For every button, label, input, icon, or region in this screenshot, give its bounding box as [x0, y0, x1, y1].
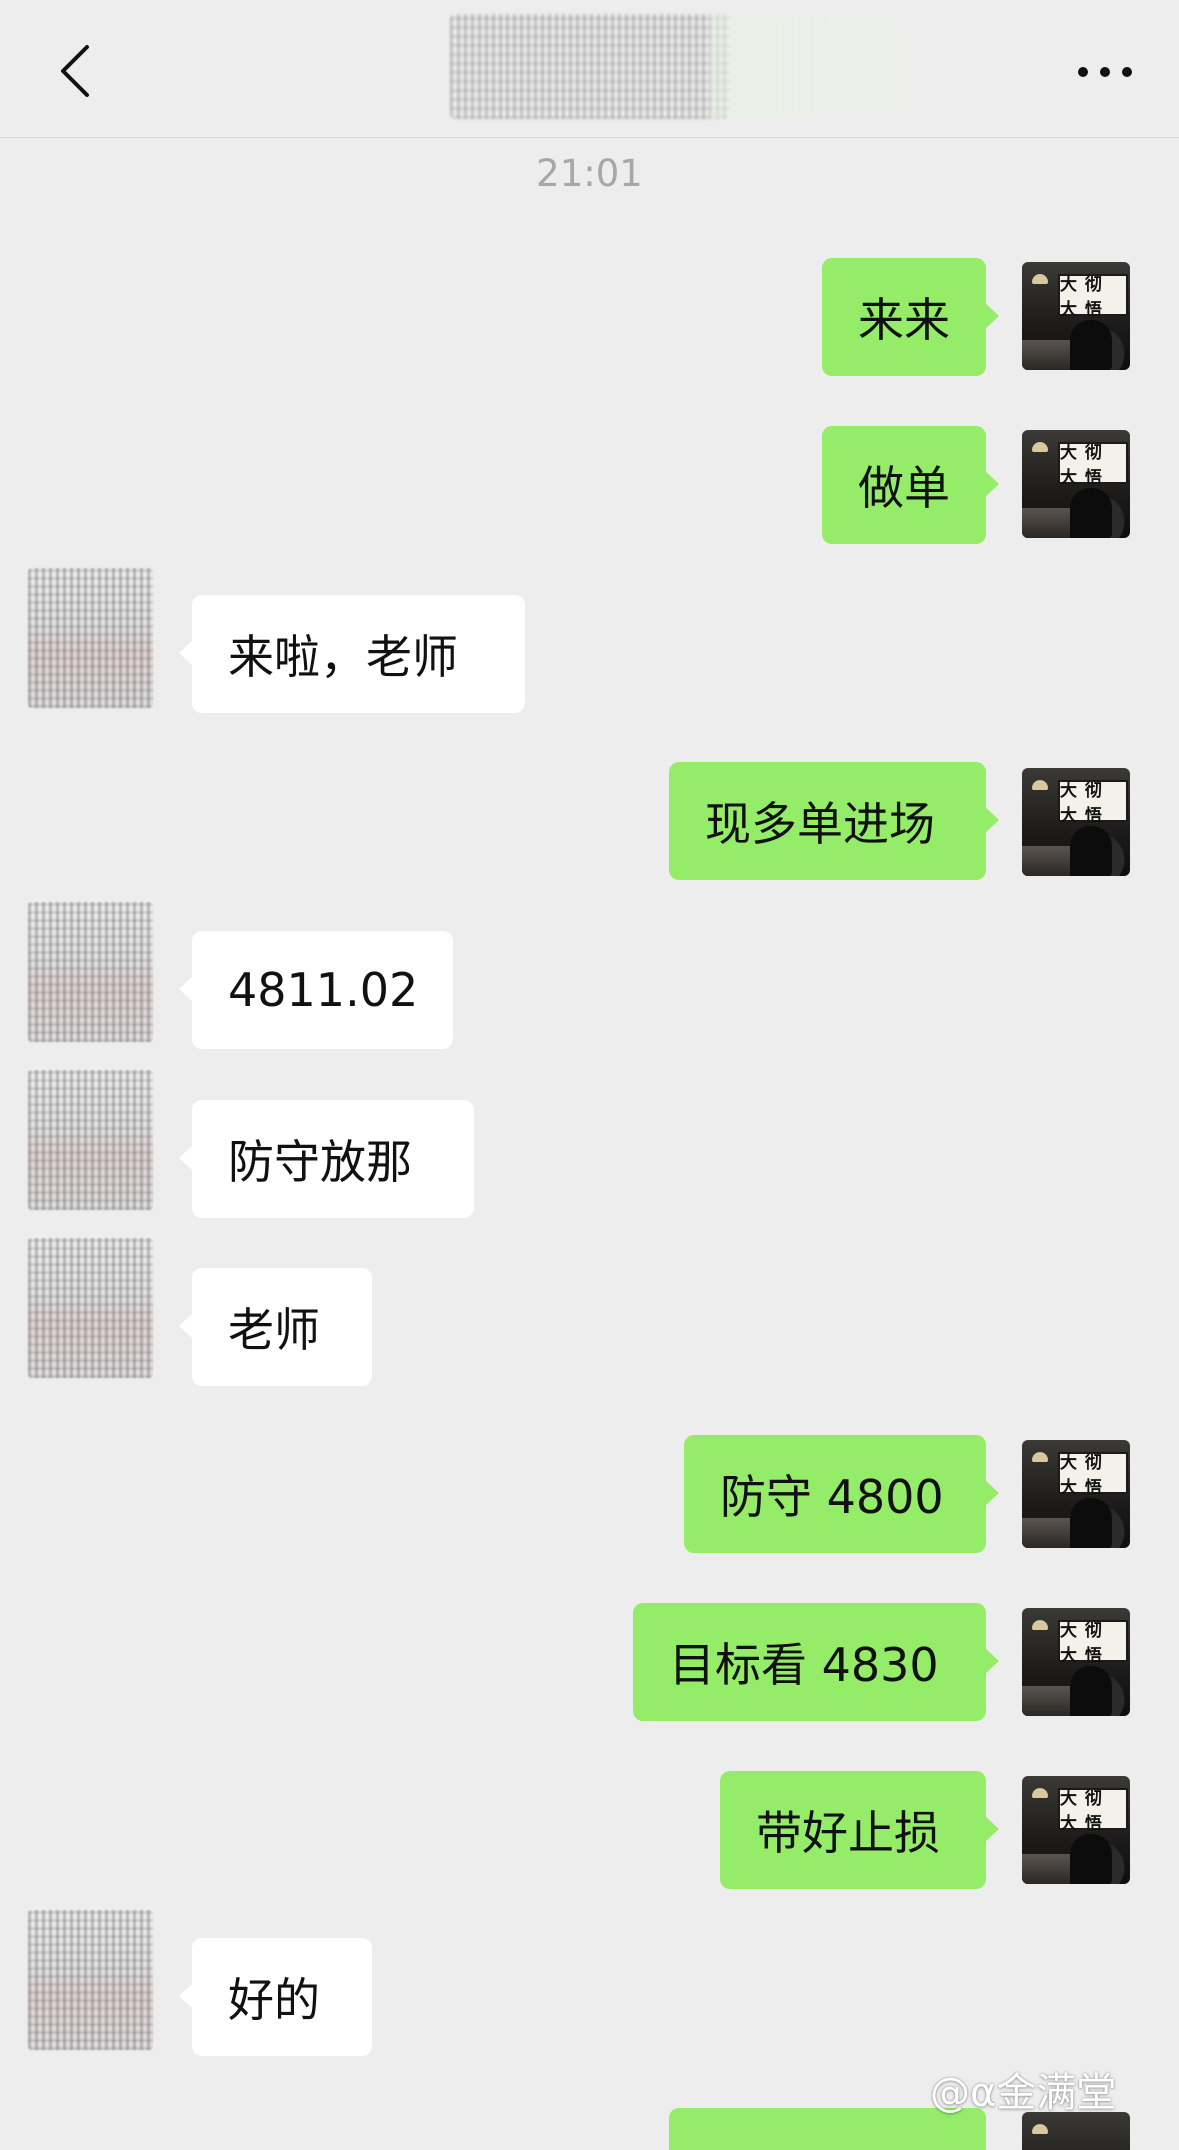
contact-avatar-blurred[interactable] [28, 1910, 153, 2050]
message-row: 老师 [0, 1238, 1179, 1408]
avatar-sign: 大 彻 大 悟 [1058, 1452, 1128, 1498]
incoming-message-bubble[interactable]: 来啦，老师 [179, 595, 525, 713]
self-avatar[interactable]: 大 彻 大 悟 [1022, 1776, 1130, 1884]
outgoing-message-bubble[interactable]: 现多单进场 [669, 762, 999, 880]
incoming-message-bubble[interactable]: 老师 [179, 1268, 372, 1386]
message-text: 带好止损 [756, 1806, 940, 1860]
message-text: 做单 [858, 461, 950, 515]
message-row: 做单 大 彻 大 悟 [0, 426, 1179, 548]
lamp-shape [1032, 2124, 1048, 2134]
back-button[interactable] [44, 36, 104, 106]
more-options-button[interactable] [1070, 48, 1140, 96]
message-row: 现多单进场 大 彻 大 悟 [0, 762, 1179, 884]
self-avatar[interactable]: 大 彻 大 悟 [1022, 768, 1130, 876]
desk-shape [1022, 1518, 1070, 1548]
message-row: 防守 4800 大 彻 大 悟 [0, 1435, 1179, 1557]
avatar-sign: 大 彻 大 悟 [1058, 1620, 1128, 1666]
avatar-sign: 大 彻 大 悟 [1058, 274, 1128, 320]
lamp-shape [1032, 1452, 1048, 1462]
message-text: 4811.02 [228, 963, 419, 1017]
message-timestamp: 21:01 [536, 152, 643, 195]
lamp-shape [1032, 274, 1048, 284]
lamp-shape [1032, 780, 1048, 790]
outgoing-message-bubble[interactable]: 做单 [822, 426, 999, 544]
desk-shape [1022, 1686, 1070, 1716]
message-text: 来来 [858, 293, 950, 347]
avatar-sign: 大 彻 大 悟 [1058, 1788, 1128, 1834]
person-silhouette [1070, 320, 1112, 370]
message-row: 带好止损 大 彻 大 悟 [0, 1771, 1179, 1893]
outgoing-message-bubble[interactable]: 防守 4800 [684, 1435, 999, 1553]
message-text: 防守放那 [228, 1135, 412, 1189]
desk-shape [1022, 508, 1070, 538]
self-avatar[interactable]: 大 彻 大 悟 [1022, 430, 1130, 538]
message-row: 目标看 4830 大 彻 大 悟 [0, 1603, 1179, 1725]
contact-avatar-blurred[interactable] [28, 902, 153, 1042]
person-silhouette [1070, 1498, 1112, 1548]
message-text: 老师 [228, 1303, 320, 1357]
watermark: @α金满堂 [930, 2070, 1117, 2116]
message-row: 4811.02 [0, 902, 1179, 1072]
contact-avatar-blurred[interactable] [28, 1238, 153, 1378]
message-text: 好的 [228, 1973, 320, 2027]
lamp-shape [1032, 1620, 1048, 1630]
chat-header [0, 0, 1179, 138]
person-silhouette [1070, 1666, 1112, 1716]
outgoing-message-bubble[interactable]: 来来 [822, 258, 999, 376]
incoming-message-bubble[interactable]: 好的 [179, 1938, 372, 2056]
outgoing-message-bubble[interactable]: 带好止损 [720, 1771, 999, 1889]
avatar-sign: 大 彻 大 悟 [1058, 442, 1128, 488]
person-silhouette [1070, 826, 1112, 876]
lamp-shape [1032, 442, 1048, 452]
avatar-sign: 大 彻 大 悟 [1058, 780, 1128, 826]
more-horizontal-icon [1078, 67, 1132, 77]
incoming-message-bubble[interactable]: 防守放那 [179, 1100, 474, 1218]
lamp-shape [1032, 1788, 1048, 1798]
message-row: 来来 大 彻 大 悟 [0, 258, 1179, 380]
desk-shape [1022, 846, 1070, 876]
self-avatar[interactable]: 大 彻 大 悟 [1022, 1440, 1130, 1548]
self-avatar[interactable]: 大 彻 大 悟 [1022, 1608, 1130, 1716]
person-silhouette [1070, 488, 1112, 538]
outgoing-message-bubble[interactable]: 目标看 4830 [633, 1603, 999, 1721]
message-text: 现多单进场 [705, 797, 935, 851]
message-row: 防守放那 [0, 1070, 1179, 1240]
message-text: 目标看 4830 [669, 1638, 939, 1692]
self-avatar[interactable]: 大 彻 大 悟 [1022, 262, 1130, 370]
message-row: 来啦，老师 [0, 568, 1179, 738]
desk-shape [1022, 340, 1070, 370]
contact-avatar-blurred[interactable] [28, 1070, 153, 1210]
contact-avatar-blurred[interactable] [28, 568, 153, 708]
desk-shape [1022, 1854, 1070, 1884]
message-text: 防守 4800 [720, 1470, 944, 1524]
chevron-left-icon [61, 45, 89, 97]
person-silhouette [1070, 1834, 1112, 1884]
message-text: 来啦，老师 [228, 630, 458, 684]
message-row: 好的 [0, 1910, 1179, 2080]
chat-title-blurred [450, 14, 930, 119]
incoming-message-bubble[interactable]: 4811.02 [179, 931, 453, 1049]
